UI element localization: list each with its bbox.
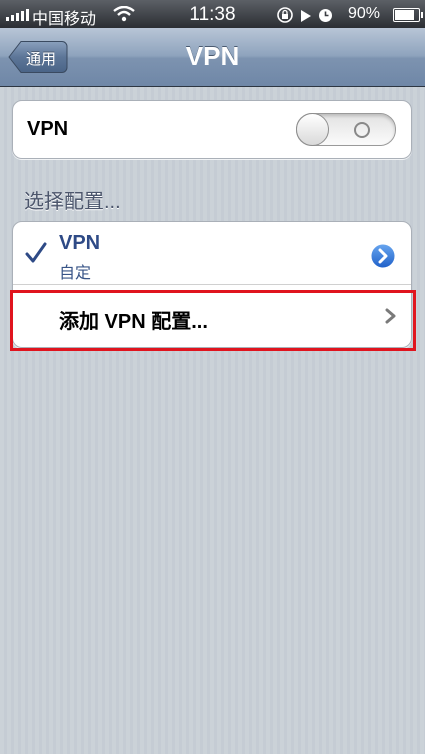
toggle-knob bbox=[296, 113, 329, 146]
vpn-toggle[interactable] bbox=[296, 113, 396, 146]
section-header: 选择配置... bbox=[24, 191, 121, 213]
battery-percent: 90% bbox=[348, 5, 381, 22]
add-vpn-config-label: 添加 VPN 配置... bbox=[59, 311, 208, 333]
alarm-icon bbox=[318, 8, 333, 28]
navigation-bar: 通用 VPN bbox=[0, 28, 425, 87]
config-row-vpn[interactable]: VPN 自定 bbox=[13, 222, 411, 284]
rotation-lock-icon bbox=[276, 6, 294, 29]
toggle-off-indicator-icon bbox=[354, 122, 370, 138]
detail-disclosure-icon[interactable] bbox=[369, 242, 397, 275]
vpn-config-list: VPN 自定 添加 VPN 配置... bbox=[12, 221, 412, 348]
play-icon bbox=[300, 8, 312, 28]
config-type: 自定 bbox=[59, 265, 92, 282]
vpn-switch-group: VPN bbox=[12, 100, 412, 159]
vpn-switch-label: VPN bbox=[27, 118, 69, 140]
checkmark-icon bbox=[25, 242, 47, 269]
page-title: VPN bbox=[185, 41, 240, 71]
config-name: VPN bbox=[59, 232, 101, 254]
status-bar: 中国移动 11:38 90% bbox=[0, 0, 425, 28]
chevron-right-icon bbox=[385, 308, 397, 329]
battery-icon bbox=[393, 8, 423, 22]
add-vpn-config-row[interactable]: 添加 VPN 配置... bbox=[13, 285, 411, 347]
